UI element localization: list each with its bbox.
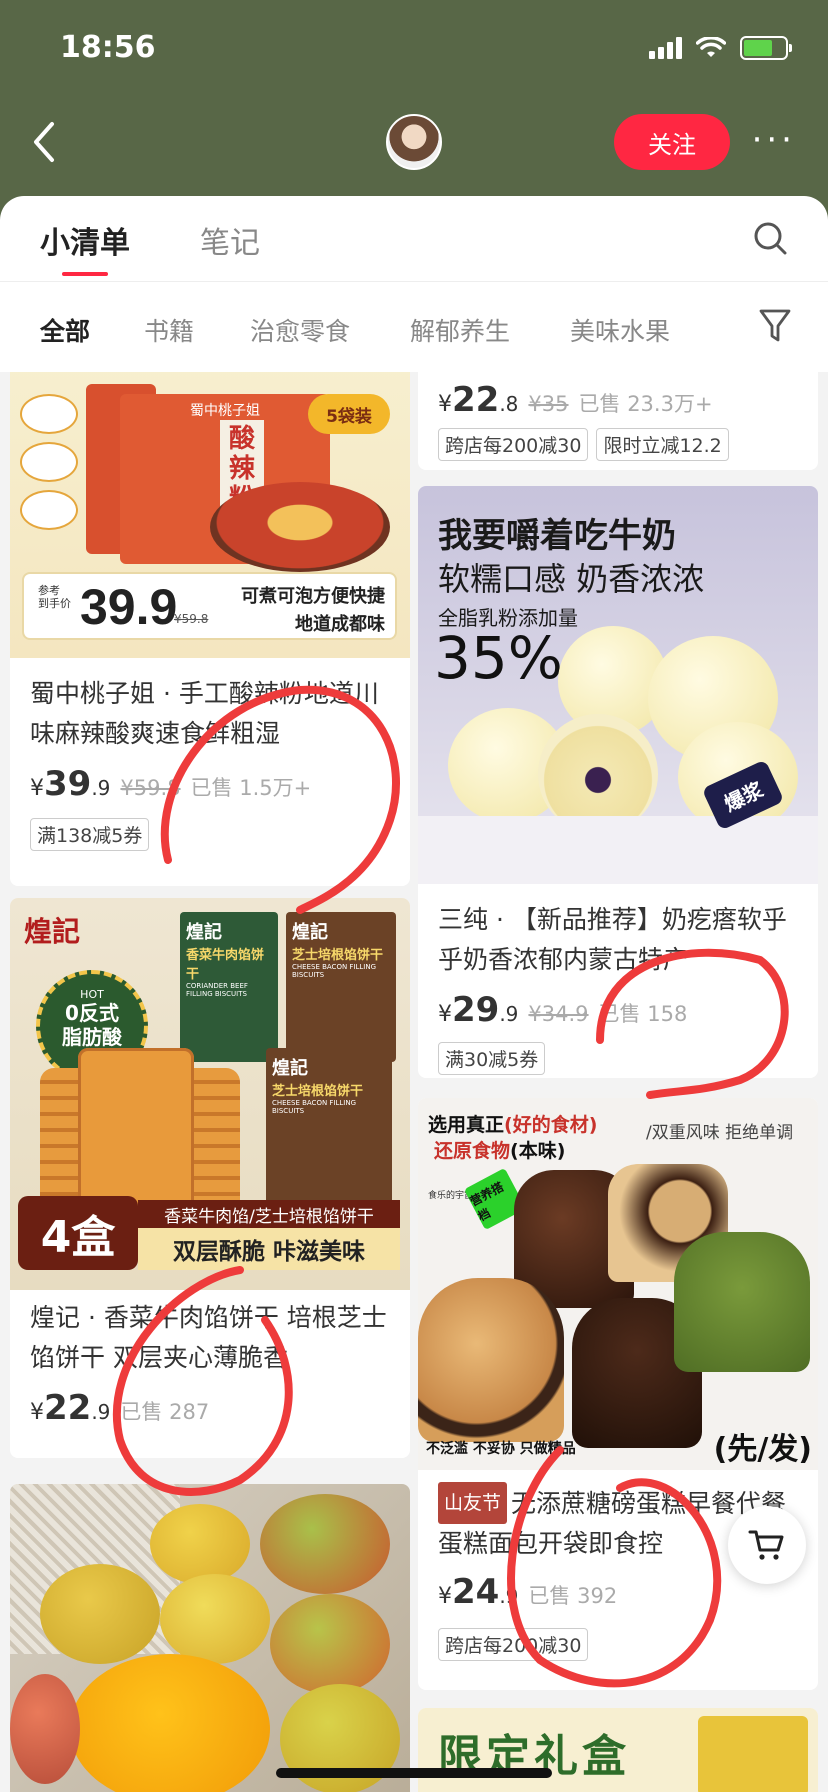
price: ¥22.9 <box>30 1388 111 1428</box>
coupon-tag: 跨店每200减30 <box>438 1628 589 1661</box>
status-icons <box>649 36 792 60</box>
coupons: 跨店每200减30 <box>438 1628 589 1661</box>
sold-count: 已售 1.5万+ <box>190 776 312 800</box>
status-time: 18:56 <box>60 30 156 65</box>
product-card[interactable]: 限定礼盒 <box>418 1708 818 1792</box>
price: ¥22.8 <box>438 380 519 420</box>
price-row: ¥39.9 ¥59.8 已售 1.5万+ <box>30 764 311 804</box>
box-count: 4盒 <box>18 1196 138 1270</box>
product-image: 选用真正(好的食材) 还原食物(本味) /双重风味 拒绝单调 食乐的宇宙 营养搭… <box>418 1098 818 1470</box>
product-image: 煌記 HOT 0反式 脂肪酸 煌記 香菜牛肉馅饼干 CORIANDER BEEF… <box>10 898 410 1290</box>
original-price: ¥59.8 <box>120 776 181 800</box>
product-title: 煌记 · 香菜牛肉馅饼干 培根芝士馅饼干 双层夹心薄脆香 <box>30 1303 387 1372</box>
tab-sheet: 小清单 笔记 全部 书籍 治愈零食 解郁养生 美味水果 <box>0 196 828 372</box>
sold-count: 已售 158 <box>598 1002 688 1026</box>
battery-icon <box>740 36 792 60</box>
coupons: 跨店每200减30 限时立减12.2 <box>438 428 729 461</box>
cat-wellness[interactable]: 解郁养生 <box>410 312 510 348</box>
sold-count: 已售 287 <box>120 1400 210 1424</box>
follow-button[interactable]: 关注 <box>614 114 730 170</box>
product-card[interactable] <box>10 1484 410 1792</box>
product-image: 限定礼盒 <box>418 1708 818 1792</box>
product-card[interactable]: 我要嚼着吃牛奶 软糯口感 奶香浓浓 全脂乳粉添加量 35% 爆浆 三纯 · 【新… <box>418 486 818 1078</box>
festival-badge: 山友节 <box>438 1482 508 1524</box>
coupon-tag: 满30减5券 <box>438 1042 546 1075</box>
original-price: ¥35 <box>528 392 569 416</box>
search-icon[interactable] <box>752 220 788 256</box>
product-image: 蜀中桃子姐 酸辣粉 5袋装 参考 到手价 39.9 ¥59.8 可煮可泡方便快捷… <box>10 372 410 658</box>
cat-all[interactable]: 全部 <box>40 312 90 348</box>
product-image: 我要嚼着吃牛奶 软糯口感 奶香浓浓 全脂乳粉添加量 35% 爆浆 <box>418 486 818 884</box>
headline: 我要嚼着吃牛奶 <box>438 516 676 556</box>
status-bar: 18:56 <box>0 0 828 100</box>
cat-fruits[interactable]: 美味水果 <box>570 312 670 348</box>
price-row: ¥29.9 ¥34.9 已售 158 <box>438 990 687 1030</box>
wifi-icon <box>696 37 726 57</box>
product-card[interactable]: ¥22.8 ¥35 已售 23.3万+ 跨店每200减30 限时立减12.2 <box>418 372 818 470</box>
tab-list[interactable]: 小清单 <box>40 218 130 276</box>
avatar[interactable] <box>386 114 442 170</box>
bag-count: 5袋装 <box>308 394 390 434</box>
product-card[interactable]: 蜀中桃子姐 酸辣粉 5袋装 参考 到手价 39.9 ¥59.8 可煮可泡方便快捷… <box>10 372 410 886</box>
product-card[interactable]: 选用真正(好的食材) 还原食物(本味) /双重风味 拒绝单调 食乐的宇宙 营养搭… <box>418 1098 818 1690</box>
price: ¥29.9 <box>438 990 519 1030</box>
main-tabs: 小清单 笔记 <box>0 196 828 282</box>
ship-label: (先/发) <box>713 1432 812 1467</box>
more-icon[interactable]: ··· <box>752 120 796 160</box>
product-title: 蜀中桃子姐 · 手工酸辣粉地道川味麻辣酸爽速食鲜粗湿 <box>30 679 379 748</box>
sold-count: 已售 392 <box>528 1584 618 1608</box>
cart-button[interactable] <box>728 1506 806 1584</box>
sold-count: 已售 23.3万+ <box>578 392 713 416</box>
home-indicator <box>276 1768 552 1778</box>
original-price: ¥34.9 <box>528 1002 589 1026</box>
brand-text: 蜀中桃子姐 <box>190 403 260 419</box>
category-tabs: 全部 书籍 治愈零食 解郁养生 美味水果 <box>0 282 828 372</box>
coupons: 满30减5券 <box>438 1042 546 1075</box>
back-icon[interactable] <box>30 120 70 168</box>
price: ¥24.9 <box>438 1572 519 1612</box>
price: ¥39.9 <box>30 764 111 804</box>
cat-books[interactable]: 书籍 <box>144 312 194 348</box>
cat-snacks[interactable]: 治愈零食 <box>250 312 350 348</box>
ref-price: 39.9 <box>80 579 178 635</box>
brand-logo: 煌記 <box>24 915 81 948</box>
coupon-tag: 满138减5券 <box>30 818 150 851</box>
price-row: ¥24.9 已售 392 <box>438 1572 617 1612</box>
filter-icon[interactable] <box>758 306 792 346</box>
price-banner: 参考 到手价 39.9 ¥59.8 可煮可泡方便快捷 地道成都味 <box>22 572 397 640</box>
tab-notes[interactable]: 笔记 <box>200 218 260 262</box>
coupon-tag: 跨店每200减30 <box>438 428 589 461</box>
coupon-tag: 限时立减12.2 <box>596 428 729 461</box>
signal-icon <box>649 37 682 59</box>
cart-icon <box>748 1530 784 1560</box>
product-card[interactable]: 煌記 HOT 0反式 脂肪酸 煌記 香菜牛肉馅饼干 CORIANDER BEEF… <box>10 898 410 1458</box>
coupons: 满138减5券 <box>30 818 150 851</box>
product-feed: ¥22.8 ¥35 已售 23.3万+ 跨店每200减30 限时立减12.2 蜀… <box>0 372 828 1792</box>
price-row: ¥22.9 已售 287 <box>30 1388 209 1428</box>
percent-text: 35% <box>434 624 563 692</box>
product-title: 三纯 · 【新品推荐】奶疙瘩软乎乎奶香浓郁内蒙古特产 <box>438 905 787 974</box>
price-row: ¥22.8 ¥35 已售 23.3万+ <box>438 380 713 420</box>
product-image <box>10 1484 410 1792</box>
navbar: 关注 ··· <box>0 108 828 180</box>
header-area: 18:56 关注 ··· <box>0 0 828 220</box>
